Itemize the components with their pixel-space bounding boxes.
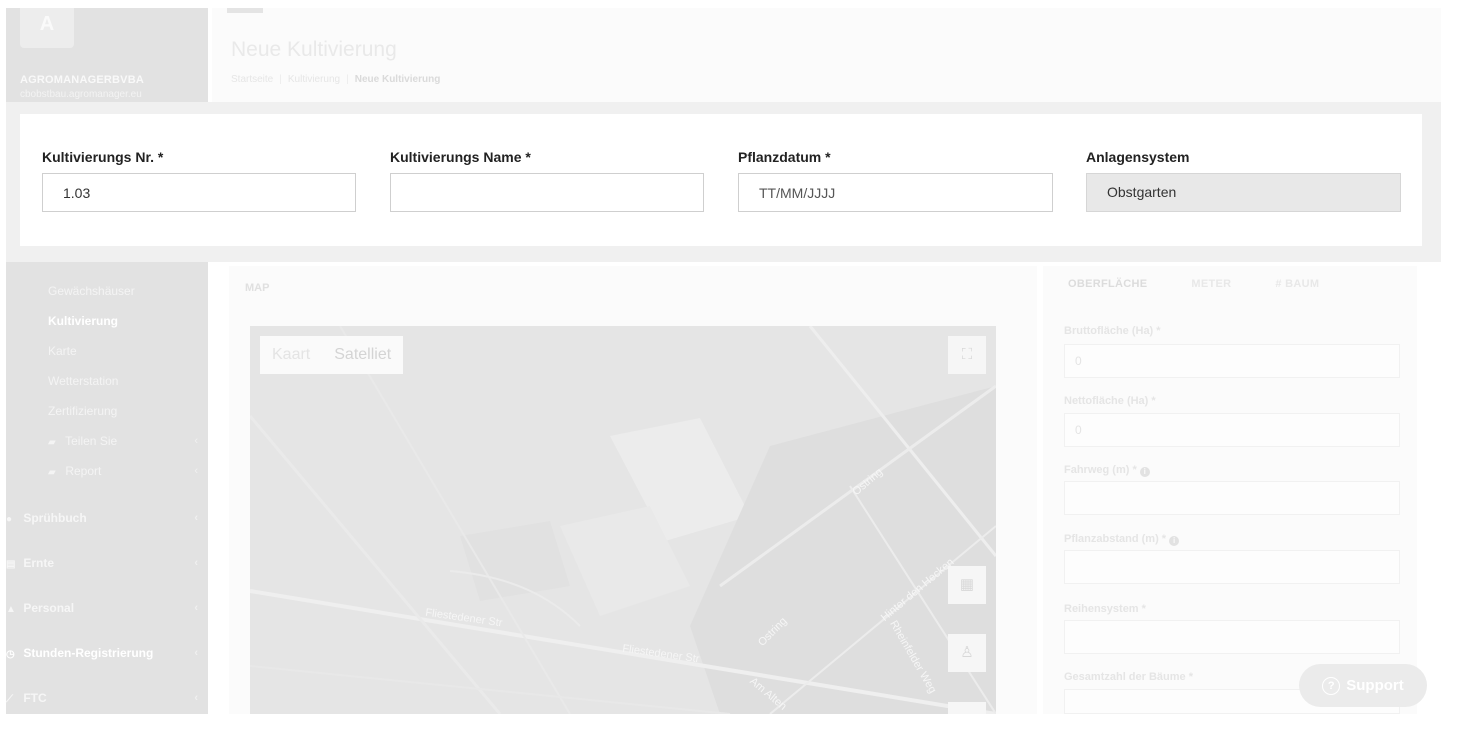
map-imagery — [250, 326, 996, 714]
draw-rectangle-icon[interactable]: ▦ — [948, 566, 986, 604]
folder-icon: ▰ — [48, 437, 56, 448]
sidebar-item-label: Karte — [48, 344, 77, 358]
map-type-toggle: Kaart Satelliet — [260, 336, 404, 374]
drop-icon: ● — [6, 514, 13, 525]
sidebar-item-label: Personal — [23, 601, 75, 615]
chevron-left-icon: ‹ — [194, 647, 198, 659]
pflanzdatum-input[interactable] — [738, 173, 1053, 212]
sidebar-item-kultivierung[interactable]: Kultivierung — [6, 306, 208, 336]
company-name: AGROMANAGERBVBA — [20, 74, 144, 86]
sidebar-item-label: FTC — [23, 691, 47, 705]
chevron-left-icon: ‹ — [194, 512, 198, 524]
pflanzabstand-label: Pflanzabstand (m) * i — [1064, 533, 1180, 546]
top-tab[interactable] — [227, 8, 263, 13]
folder-icon: ▰ — [48, 467, 56, 478]
map-type-kaart[interactable]: Kaart — [260, 336, 322, 374]
sidebar-item-stunden-registrierung[interactable]: ◷ Stunden-Registrierung ‹ — [6, 631, 208, 676]
kultivierungs-nr-label: Kultivierungs Nr. * — [42, 149, 164, 165]
satellite-map[interactable]: Kaart Satelliet ⛶ ▦ ♙ Fliestedener Str F… — [250, 326, 996, 714]
sidebar-item-teilen-sie[interactable]: ▰ Teilen Sie ‹ — [6, 426, 208, 456]
chevron-left-icon: ‹ — [194, 692, 198, 704]
info-icon[interactable]: i — [1169, 536, 1180, 546]
anlagensystem-label: Anlagensystem — [1086, 149, 1190, 165]
breadcrumb: Startseite | Kultivierung | Neue Kultivierun… — [231, 74, 440, 85]
sidebar-item-label: Sprühbuch — [23, 511, 87, 525]
breadcrumb-kultivierung[interactable]: Kultivierung — [288, 74, 340, 85]
fahrweg-label-text: Fahrweg (m) * — [1064, 464, 1137, 476]
sidebar-item-label: Wetterstation — [48, 374, 119, 388]
sidebar-item-label: Ernte — [23, 556, 55, 570]
breadcrumb-current: Neue Kultivierung — [354, 74, 441, 85]
pflanzdatum-label: Pflanzdatum * — [738, 149, 831, 165]
pflanzabstand-label-text: Pflanzabstand (m) * — [1064, 533, 1167, 545]
tab-meter[interactable]: METER — [1191, 278, 1231, 290]
chevron-left-icon: ‹ — [194, 435, 198, 447]
question-circle-icon: ? — [1322, 677, 1341, 695]
sidebar-item-spruehbuch[interactable]: ● Sprühbuch ‹ — [6, 496, 208, 541]
tab-baum[interactable]: # BAUM — [1275, 278, 1319, 290]
sidebar-item-label: Gewächshäuser — [48, 284, 135, 298]
sidebar-item-label: Zertifizierung — [48, 404, 118, 418]
sidebar-item-wetterstation[interactable]: Wetterstation — [6, 366, 208, 396]
map-type-satelliet[interactable]: Satelliet — [322, 336, 403, 374]
breadcrumb-separator: | — [279, 74, 282, 85]
map-section-label: MAP — [245, 282, 270, 294]
info-icon[interactable]: i — [1139, 467, 1150, 477]
sidebar-item-ernte[interactable]: ▤ Ernte ‹ — [6, 541, 208, 586]
sidebar-item-label: Teilen Sie — [65, 434, 118, 448]
breadcrumb-separator: | — [346, 74, 349, 85]
reihensystem-select[interactable] — [1064, 620, 1400, 654]
sidebar-item-report[interactable]: ▰ Report ‹ — [6, 456, 208, 486]
bruttoflaeche-label: Bruttofläche (Ha) * — [1064, 325, 1161, 337]
sidebar-item-label: Report — [65, 464, 102, 478]
company-domain: cbobstbau.agromanager.eu — [20, 89, 142, 100]
sidebar-item-karte[interactable]: Karte — [6, 336, 208, 366]
anlagensystem-field: Obstgarten — [1086, 173, 1401, 212]
company-logo[interactable]: A — [20, 8, 74, 48]
chevron-left-icon: ‹ — [194, 557, 198, 569]
chevron-left-icon: ‹ — [194, 465, 198, 477]
chevron-left-icon: ‹ — [194, 602, 198, 614]
gesamtzahl-baeume-label: Gesamtzahl der Bäume * — [1064, 671, 1193, 683]
kultivierungs-name-input[interactable] — [390, 173, 704, 212]
reihensystem-label: Reihensystem * — [1064, 603, 1146, 615]
page-title: Neue Kultivierung — [231, 38, 397, 61]
tab-oberflaeche[interactable]: OBERFLÄCHE — [1068, 278, 1147, 290]
sidebar-item-zertifizierung[interactable]: Zertifizierung — [6, 396, 208, 426]
zoom-control[interactable] — [948, 702, 986, 714]
sidebar-item-label: Stunden-Registrierung — [23, 646, 154, 660]
kultivierungs-nr-input[interactable] — [42, 173, 356, 212]
breadcrumb-home[interactable]: Startseite — [231, 74, 273, 85]
nettoflaeche-input[interactable]: 0 — [1064, 413, 1400, 447]
sidebar-item-ftc[interactable]: ⟋ FTC ‹ — [6, 676, 208, 721]
sidebar-menu: Gewächshäuser Kultivierung Karte Wetters… — [6, 276, 208, 721]
sidebar-item-gewaechshaeuser[interactable]: Gewächshäuser — [6, 276, 208, 306]
user-icon: ▲ — [6, 604, 16, 615]
sidebar-item-label: Kultivierung — [48, 314, 119, 328]
kultivierungs-name-label: Kultivierungs Name * — [390, 149, 531, 165]
pflanzabstand-input[interactable] — [1064, 550, 1400, 584]
bruttoflaeche-input[interactable]: 0 — [1064, 344, 1400, 378]
street-view-pegman-icon[interactable]: ♙ — [948, 634, 986, 672]
basket-icon: ▤ — [6, 559, 16, 570]
chart-line-icon: ⟋ — [6, 694, 13, 705]
clock-icon: ◷ — [6, 649, 15, 660]
support-button[interactable]: ? Support — [1299, 664, 1427, 707]
metrics-tabs: OBERFLÄCHE METER # BAUM — [1068, 278, 1319, 290]
fahrweg-label: Fahrweg (m) * i — [1064, 464, 1150, 477]
fahrweg-input[interactable] — [1064, 481, 1400, 515]
support-label: Support — [1346, 677, 1404, 694]
sidebar-item-personal[interactable]: ▲ Personal ‹ — [6, 586, 208, 631]
fullscreen-icon[interactable]: ⛶ — [948, 336, 986, 374]
nettoflaeche-label: Nettofläche (Ha) * — [1064, 395, 1156, 407]
